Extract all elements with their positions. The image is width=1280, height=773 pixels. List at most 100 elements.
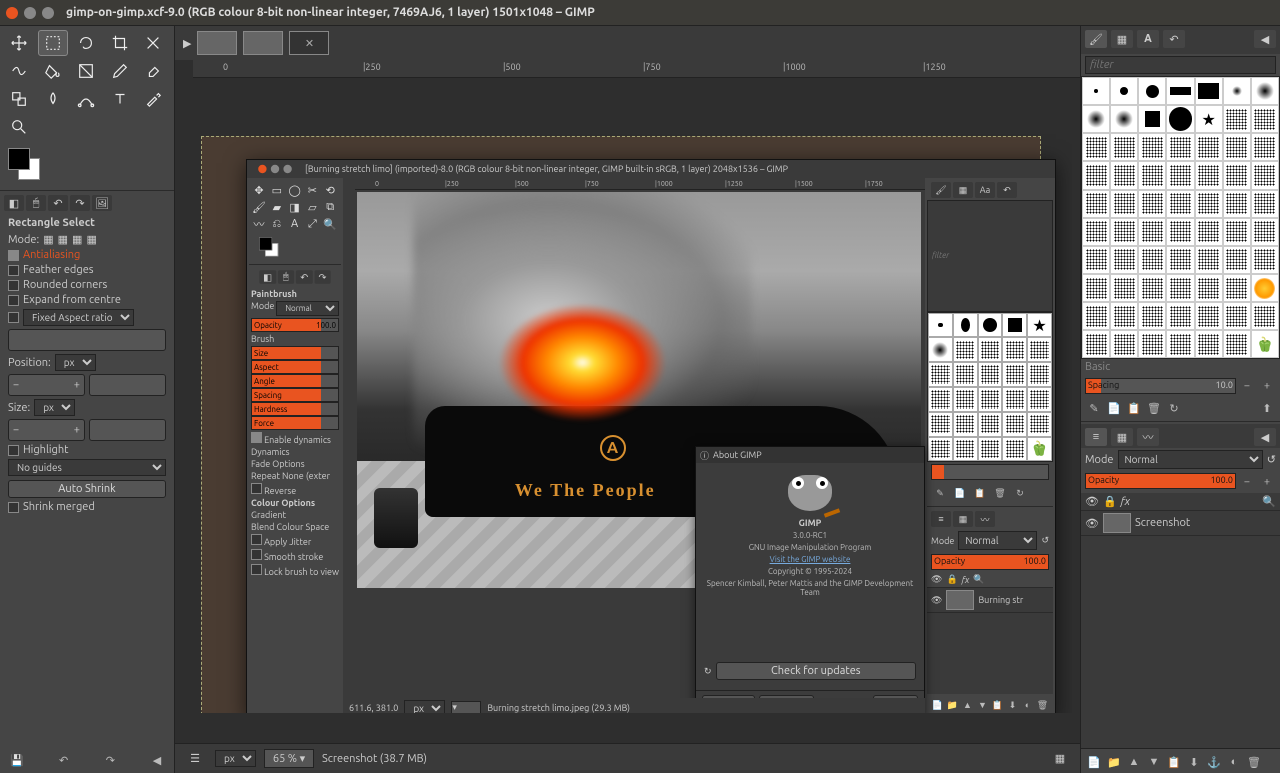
n-trans-icon[interactable]: ⟲ (322, 182, 338, 198)
close-tab-icon[interactable]: ✕ (289, 31, 329, 55)
brush-item[interactable] (1251, 190, 1279, 218)
layers-menu-icon[interactable]: ◀ (1254, 428, 1276, 446)
brush-item[interactable] (1082, 330, 1110, 358)
brush-item[interactable]: ★ (1195, 105, 1223, 133)
zoom-tool-icon[interactable] (4, 114, 34, 140)
playback-icon[interactable]: ▶ (183, 37, 191, 50)
angle-slider[interactable]: Angle (251, 374, 339, 388)
n-up-icon[interactable]: ▲ (961, 696, 974, 713)
brush-item[interactable] (1223, 246, 1251, 274)
n-dellayer-icon[interactable]: 🗑 (1036, 696, 1049, 713)
auto-shrink-button[interactable]: Auto Shrink (8, 480, 166, 498)
n-dup-brush-icon[interactable]: 📋 (971, 484, 989, 502)
brush-item[interactable] (1138, 302, 1166, 330)
brush-item[interactable] (1223, 105, 1251, 133)
brush-item[interactable] (1110, 105, 1138, 133)
move-tool-icon[interactable] (4, 30, 34, 56)
n-move-icon[interactable]: ✥ (251, 182, 267, 198)
gradient-tool-icon[interactable] (71, 58, 101, 84)
n-undo-tab[interactable]: ↶ (296, 270, 313, 284)
brush-item[interactable] (1166, 105, 1194, 133)
brush-item[interactable] (1110, 218, 1138, 246)
brush-item[interactable] (1223, 133, 1251, 161)
brush-item[interactable] (1138, 190, 1166, 218)
expand-checkbox[interactable] (8, 295, 19, 306)
guides-select[interactable]: No guides (8, 459, 166, 476)
brush-item[interactable] (1195, 190, 1223, 218)
nested-filter[interactable] (927, 200, 1053, 312)
refresh-brush-icon[interactable]: ↻ (1165, 399, 1183, 417)
n-bucket-icon[interactable]: ▰ (269, 199, 285, 215)
brush-item[interactable] (1223, 330, 1251, 358)
smudge-tool-icon[interactable] (38, 86, 68, 112)
brush-item[interactable] (1166, 302, 1194, 330)
picker-tool-icon[interactable] (138, 86, 168, 112)
refresh-icon[interactable]: ↻ (704, 666, 712, 677)
redo-tab-icon[interactable]: ↷ (70, 195, 90, 211)
brush-item[interactable] (1082, 246, 1110, 274)
n-redo-tab[interactable]: ↷ (314, 270, 331, 284)
n-new-layer-icon[interactable]: 📄 (931, 696, 944, 713)
brush-item[interactable] (1195, 133, 1223, 161)
pos-y-input[interactable] (89, 374, 166, 396)
layer-thumb[interactable] (1103, 513, 1131, 533)
brush-item[interactable] (1110, 161, 1138, 189)
dup-brush-icon[interactable]: 📋 (1125, 399, 1143, 417)
paint-mode-select[interactable]: Normal (276, 301, 339, 316)
brush-item[interactable] (1082, 77, 1110, 105)
reverse-checkbox[interactable] (251, 483, 262, 494)
window-maximize-icon[interactable] (42, 7, 54, 19)
rect-select-tool-icon[interactable] (38, 30, 68, 56)
brushes-tab-icon[interactable]: 🖌 (1085, 30, 1107, 48)
spacing-slider[interactable]: Spacing 10.0 (1085, 378, 1236, 394)
free-select-tool-icon[interactable] (71, 30, 101, 56)
brush-item[interactable] (1110, 274, 1138, 302)
brush-item[interactable] (1166, 274, 1194, 302)
tool-options-tab-icon[interactable]: ◧ (4, 195, 24, 211)
n-mask-icon[interactable]: ◐ (1021, 696, 1034, 713)
fonts-tab-icon[interactable]: 𝐀 (1137, 30, 1159, 48)
brush-item[interactable] (1223, 161, 1251, 189)
n-merge-icon[interactable]: ⬇ (1006, 696, 1019, 713)
brush-item[interactable] (1251, 274, 1279, 302)
brush-item[interactable] (1195, 218, 1223, 246)
color-swatches[interactable] (8, 148, 48, 184)
rounded-checkbox[interactable] (8, 280, 19, 291)
sb-nav-icon[interactable]: ▦ (1048, 749, 1072, 769)
antialiasing-checkbox[interactable] (8, 250, 19, 261)
n-group-icon[interactable]: 📁 (946, 696, 959, 713)
brush-item[interactable] (1251, 133, 1279, 161)
hardness-slider[interactable]: Hardness (251, 402, 339, 416)
smooth-checkbox[interactable] (251, 549, 262, 560)
dup-layer-icon[interactable]: 📋 (1165, 753, 1183, 771)
n-clone-icon[interactable]: ⧉ (322, 199, 338, 215)
sb-menu-icon[interactable]: ☰ (183, 749, 207, 769)
brush-item[interactable] (1166, 133, 1194, 161)
fixed-checkbox[interactable] (8, 312, 19, 323)
brush-item[interactable] (1138, 77, 1166, 105)
nested-zoom-input[interactable]: ▾ (451, 701, 481, 713)
n-layer-mode[interactable]: Normal (958, 531, 1037, 550)
n-down-icon[interactable]: ▼ (976, 696, 989, 713)
brush-item[interactable] (1166, 330, 1194, 358)
n-spacing-slider[interactable] (931, 464, 1049, 480)
brush-item[interactable] (1223, 218, 1251, 246)
pencil-tool-icon[interactable] (105, 58, 135, 84)
n-brush-icon[interactable]: 🖌 (251, 199, 267, 215)
new-brush-icon[interactable]: 📄 (1105, 399, 1123, 417)
brush-item[interactable] (1251, 246, 1279, 274)
brush-item[interactable] (1195, 246, 1223, 274)
brush-item[interactable] (1110, 190, 1138, 218)
spacing-slider[interactable]: Spacing (251, 388, 339, 402)
layer-row[interactable]: 👁 Screenshot (1081, 511, 1280, 536)
new-layer-icon[interactable]: 📄 (1085, 753, 1103, 771)
n-path-icon[interactable]: ⎌ (269, 216, 285, 232)
brush-item[interactable] (1251, 302, 1279, 330)
jitter-checkbox[interactable] (251, 534, 262, 545)
n-crop-icon[interactable]: ✂ (304, 182, 320, 198)
brush-item[interactable] (1223, 274, 1251, 302)
layer-vis-icon[interactable]: 👁 (1085, 517, 1099, 530)
eye-icon[interactable]: 👁 (1085, 495, 1099, 508)
del-brush-icon[interactable]: 🗑 (1145, 399, 1163, 417)
feather-checkbox[interactable] (8, 265, 19, 276)
